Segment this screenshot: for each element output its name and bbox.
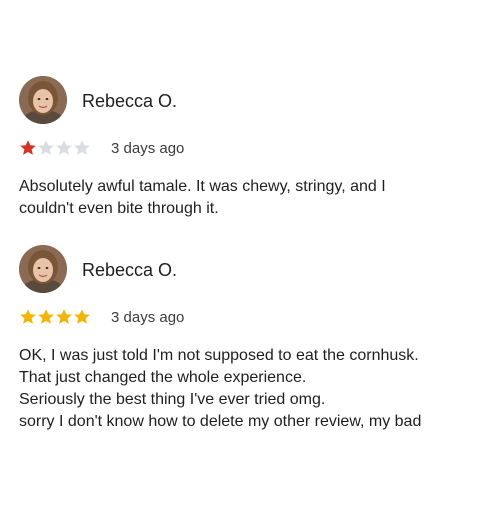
star-icon [19,139,37,157]
review-card: Rebecca O. 3 days ago OK, I was just tol… [0,245,483,430]
review-meta: 3 days ago [19,307,184,327]
review-text-line: couldn't even bite through it. [19,200,219,217]
star-icon [19,308,37,326]
star-icon [37,139,55,157]
avatar[interactable] [19,76,67,124]
person-photo-icon [19,76,67,124]
review-text-line: That just changed the whole experience. [19,369,307,386]
review-meta: 3 days ago [19,138,184,158]
review-text-line: Seriously the best thing I've ever tried… [19,391,326,408]
review-author[interactable]: Rebecca O. [82,259,177,281]
star-rating [19,308,91,326]
star-icon [55,139,73,157]
star-rating [19,139,91,157]
review-date: 3 days ago [111,139,185,157]
person-photo-icon [19,245,67,293]
review-header: Rebecca O. [0,76,483,130]
avatar[interactable] [19,245,67,293]
review-header: Rebecca O. [0,245,483,299]
review-text-line: OK, I was just told I'm not supposed to … [19,347,419,364]
review-text: OK, I was just told I'm not supposed to … [19,345,469,433]
review-card: Rebecca O. 3 days ago Absolutely awful t… [0,76,483,217]
star-icon [37,308,55,326]
review-author[interactable]: Rebecca O. [82,90,177,112]
review-text-line: sorry I don't know how to delete my othe… [19,413,422,430]
review-text: Absolutely awful tamale. It was chewy, s… [19,176,469,220]
star-icon [73,308,91,326]
star-icon [55,308,73,326]
review-date: 3 days ago [111,308,185,326]
review-text-line: Absolutely awful tamale. It was chewy, s… [19,178,386,195]
star-icon [73,139,91,157]
